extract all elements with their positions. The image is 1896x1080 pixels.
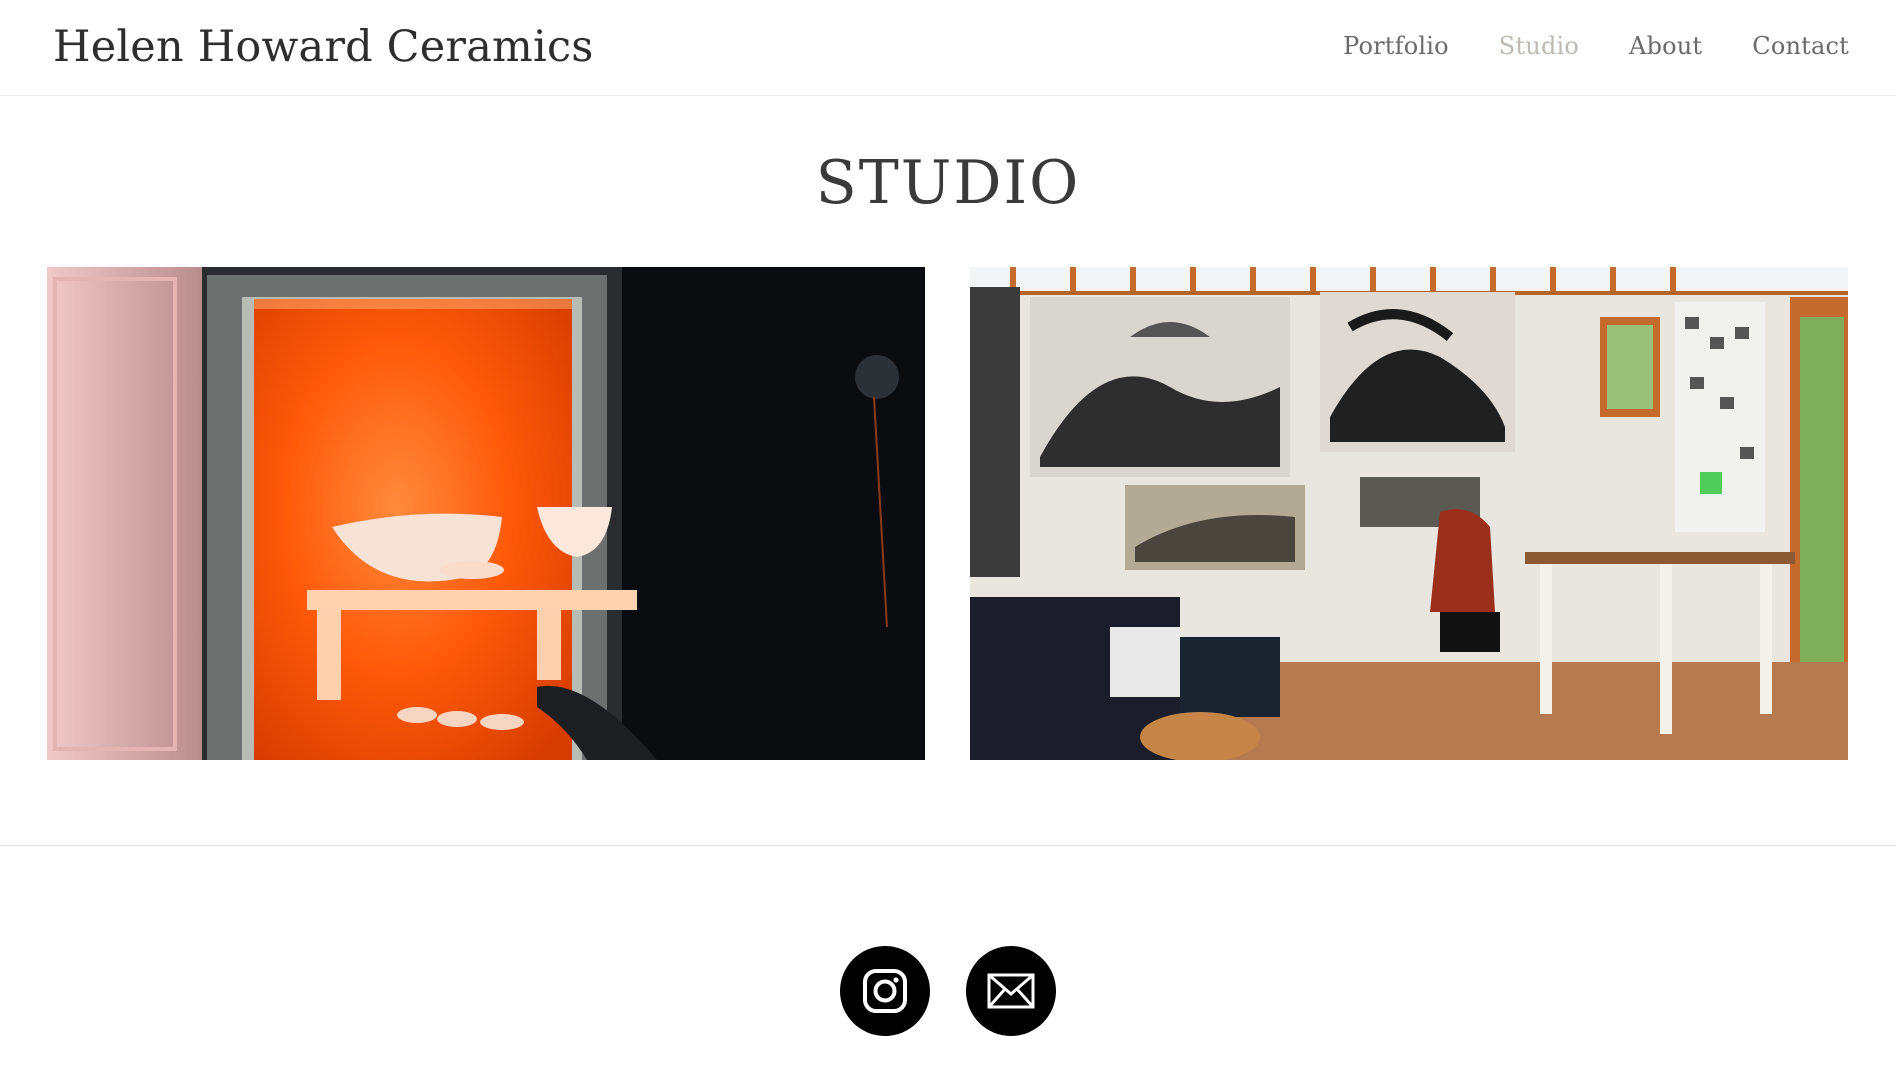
instagram-icon xyxy=(863,969,907,1013)
instagram-button[interactable] xyxy=(840,946,930,1036)
nav-contact[interactable]: Contact xyxy=(1752,32,1849,60)
kiln-image xyxy=(47,267,925,760)
nav-about[interactable]: About xyxy=(1629,32,1702,60)
nav-studio[interactable]: Studio xyxy=(1499,32,1579,60)
footer-divider xyxy=(0,845,1896,846)
page-title: STUDIO xyxy=(815,148,1081,218)
site-title-link[interactable]: Helen Howard Ceramics xyxy=(53,22,594,72)
studio-image xyxy=(970,267,1848,760)
social-links xyxy=(0,946,1896,1036)
email-icon xyxy=(987,973,1035,1009)
studio-photo[interactable] xyxy=(970,267,1848,760)
nav-portfolio[interactable]: Portfolio xyxy=(1343,32,1449,60)
kiln-photo[interactable] xyxy=(47,267,925,760)
main-nav: Portfolio Studio About Contact xyxy=(1293,32,1849,60)
email-button[interactable] xyxy=(966,946,1056,1036)
site-header: Helen Howard Ceramics Portfolio Studio A… xyxy=(0,0,1896,96)
